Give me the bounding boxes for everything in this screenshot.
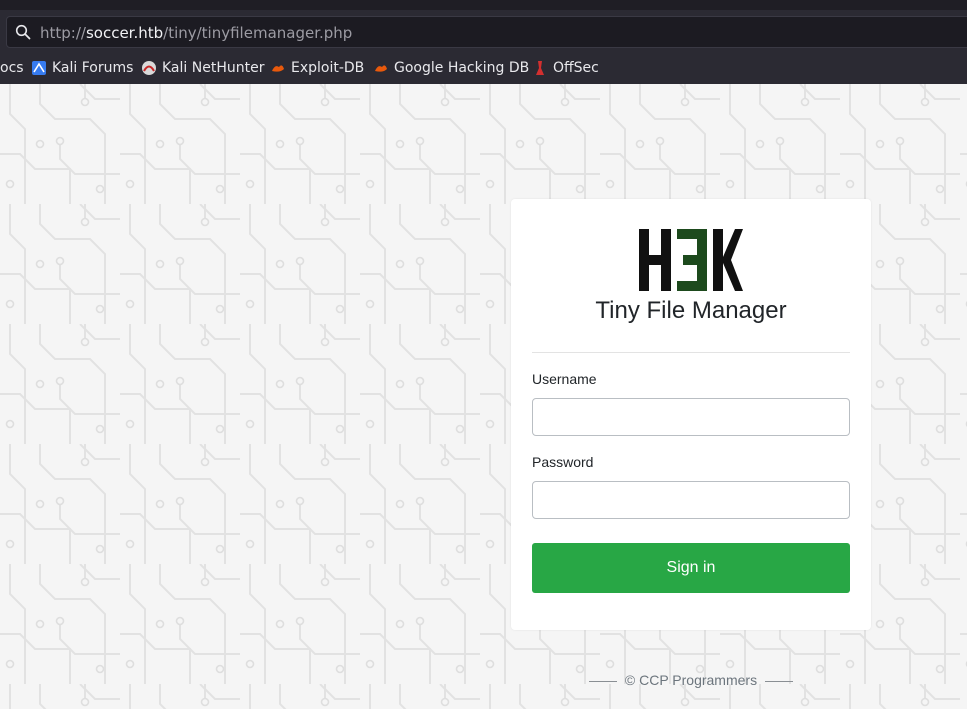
password-input[interactable] bbox=[532, 481, 850, 519]
bookmark-google-hacking-db[interactable]: Google Hacking DB bbox=[373, 54, 529, 82]
nethunter-icon bbox=[142, 61, 156, 75]
url-text[interactable]: http://soccer.htb/tiny/tinyfilemanager.p… bbox=[40, 24, 352, 42]
h3k-logo bbox=[639, 229, 743, 291]
footer-line-left bbox=[589, 680, 617, 682]
kali-forums-icon bbox=[32, 61, 46, 75]
sign-in-button[interactable]: Sign in bbox=[532, 543, 850, 593]
app-title: Tiny File Manager bbox=[595, 297, 787, 324]
bookmark-exploit-db[interactable]: Exploit-DB bbox=[270, 54, 364, 82]
bookmark-label: OffSec bbox=[553, 60, 599, 76]
footer-line-right bbox=[764, 680, 793, 682]
bookmark-label: Google Hacking DB bbox=[394, 60, 530, 76]
ghdb-icon bbox=[375, 65, 387, 72]
offsec-icon bbox=[536, 61, 544, 75]
page-body: Tiny File Manager Username Password Sign… bbox=[0, 84, 967, 709]
exploit-db-icon bbox=[272, 65, 284, 72]
username-input[interactable] bbox=[532, 398, 850, 436]
login-card: Tiny File Manager Username Password Sign… bbox=[511, 199, 871, 630]
password-label: Password bbox=[532, 454, 594, 470]
bookmark-kali-forums[interactable]: Kali Forums bbox=[31, 54, 133, 82]
username-label: Username bbox=[532, 371, 597, 387]
divider bbox=[532, 352, 850, 353]
bookmarks-bar: ocs Kali Forums Kali NetHunter Exploit-D… bbox=[0, 54, 967, 82]
bookmark-label: Kali Forums bbox=[52, 60, 134, 76]
bookmark-offsec[interactable]: OffSec bbox=[532, 54, 599, 82]
bookmark-label: ocs bbox=[0, 60, 24, 76]
bookmark-docs[interactable]: ocs bbox=[0, 54, 24, 82]
bookmark-label: Exploit-DB bbox=[291, 60, 365, 76]
footer: © CCP Programmers bbox=[511, 672, 871, 688]
bookmark-label: Kali NetHunter bbox=[162, 60, 265, 76]
tab-strip bbox=[0, 0, 967, 10]
bookmark-kali-nethunter[interactable]: Kali NetHunter bbox=[141, 54, 264, 82]
footer-text: © CCP Programmers bbox=[624, 672, 758, 688]
address-bar[interactable]: http://soccer.htb/tiny/tinyfilemanager.p… bbox=[6, 16, 967, 48]
browser-toolbar: http://soccer.htb/tiny/tinyfilemanager.p… bbox=[0, 0, 967, 84]
search-icon bbox=[15, 24, 31, 40]
